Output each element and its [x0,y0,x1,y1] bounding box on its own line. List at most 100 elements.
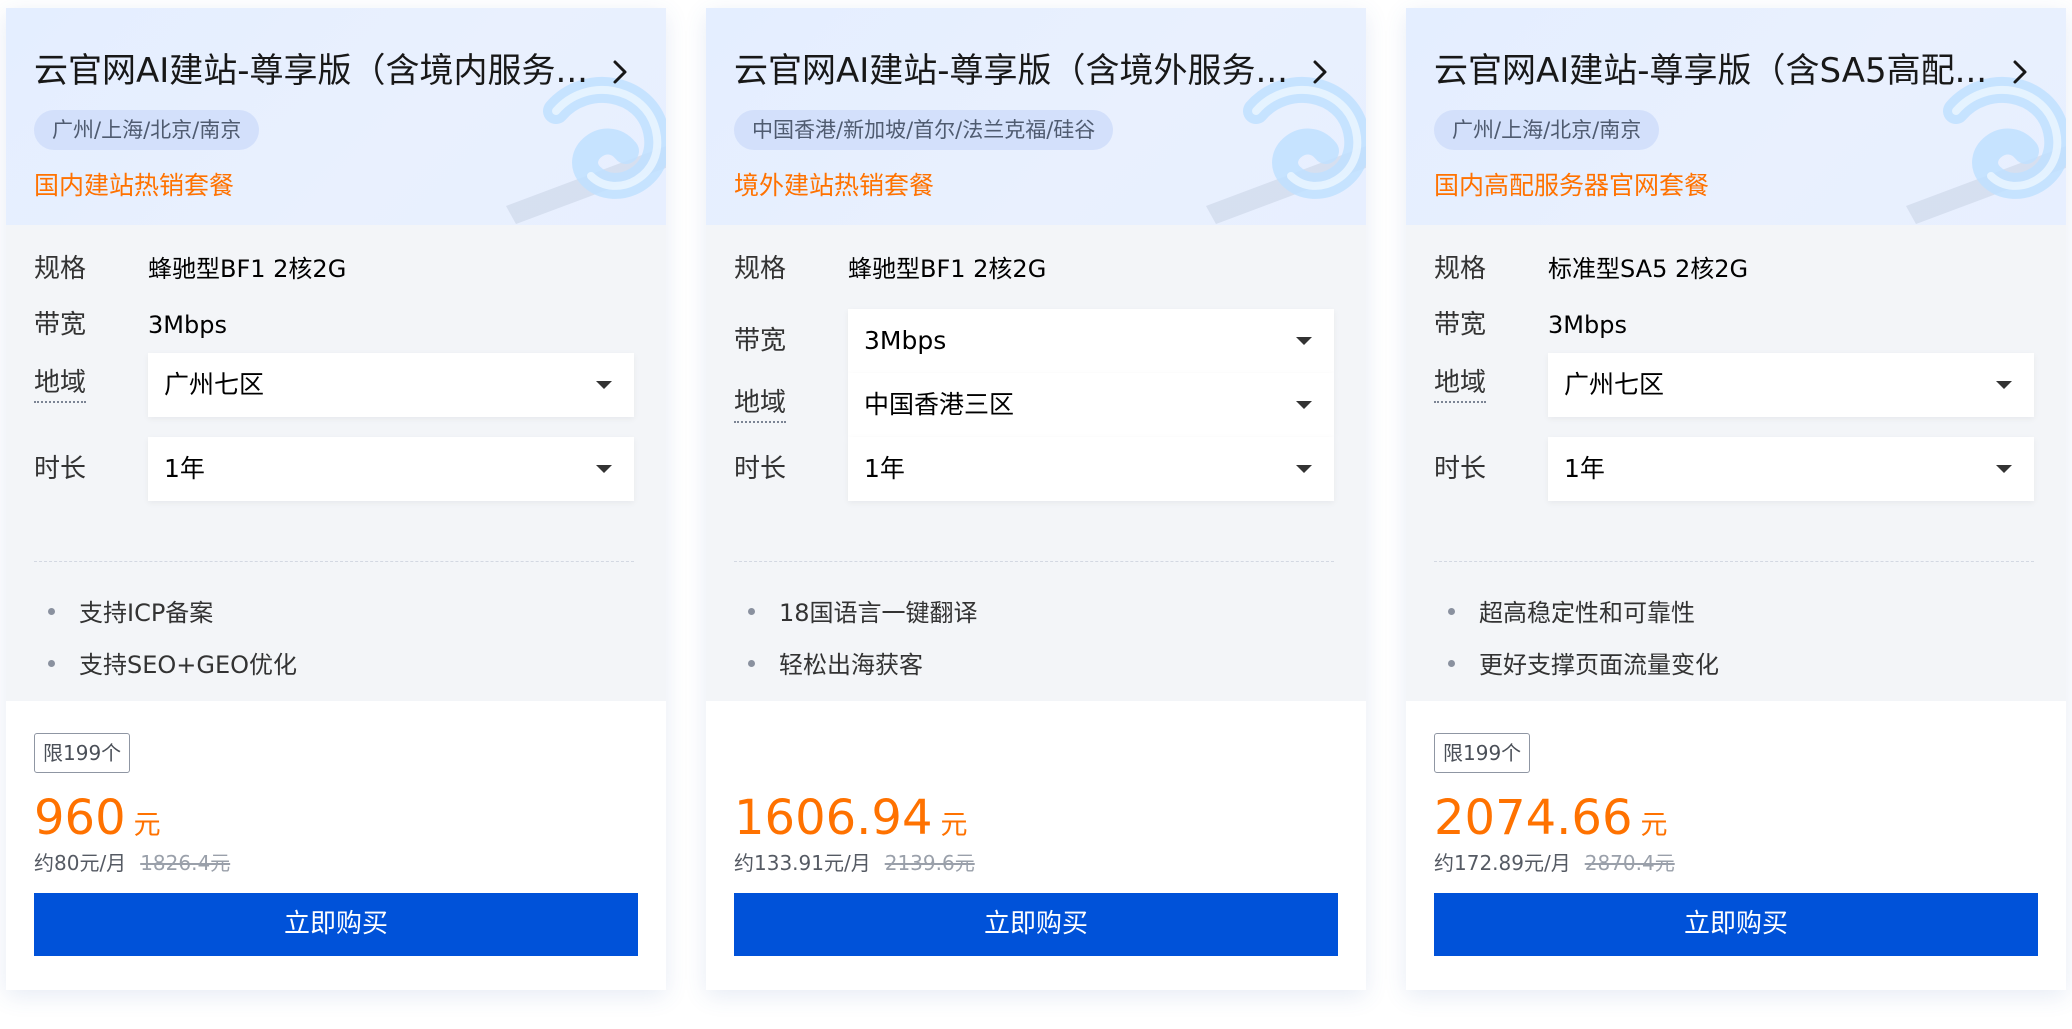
price: 960 元 [34,783,161,853]
spec-value: 标准型SA5 2核2G [1548,255,1749,283]
caret-down-icon [1296,401,1312,409]
region-list-badge: 中国香港/新加坡/首尔/法兰克福/硅谷 [734,110,1114,150]
price: 1606.94 元 [734,783,968,853]
spec-label: 规格 [34,254,87,284]
feature-item: 轻松出海获客 [748,645,923,685]
region-label[interactable]: 地域 [1434,365,1487,403]
card-config: 规格 蜂驰型BF1 2核2G 带宽 3Mbps 地域 中国香港三区 时长 1年 … [706,225,1366,701]
card-footer: 限199个 960 元 约80元/月 1826.4元 立即购买 [6,701,666,990]
region-label[interactable]: 地域 [34,365,87,403]
bullet-icon [48,607,55,615]
bandwidth-value: 3Mbps [148,311,227,339]
divider [34,561,634,562]
card-header: 云官网AI建站-尊享版（含境内服务... 广州/上海/北京/南京 国内建站热销套… [6,8,666,225]
monthly-price: 约80元/月 [34,851,127,875]
product-card-overseas: 云官网AI建站-尊享版（含境外服务... 中国香港/新加坡/首尔/法兰克福/硅谷… [706,8,1366,990]
monthly-price: 约133.91元/月 [734,851,871,875]
card-tagline: 国内建站热销套餐 [34,171,235,200]
spec-label: 规格 [1434,254,1487,284]
duration-label: 时长 [734,454,787,484]
buy-now-button[interactable]: 立即购买 [1434,893,2038,956]
price-unit: 元 [1640,810,1668,841]
original-price: 2870.4元 [1584,851,1675,875]
bandwidth-select-value: 3Mbps [864,326,947,355]
region-list-badge: 广州/上海/北京/南京 [1434,110,1660,150]
bullet-icon [748,659,755,667]
spec-label: 规格 [734,254,787,284]
card-title[interactable]: 云官网AI建站-尊享版（含境内服务... [34,44,594,98]
duration-select[interactable]: 1年 [848,437,1334,501]
limit-badge: 限199个 [34,733,131,773]
region-select[interactable]: 广州七区 [148,353,634,417]
duration-label: 时长 [34,454,87,484]
caret-down-icon [1996,465,2012,473]
monthly-price: 约172.89元/月 [1434,851,1571,875]
bullet-icon [1448,659,1455,667]
duration-select[interactable]: 1年 [148,437,634,501]
caret-down-icon [1296,337,1312,345]
divider [1434,561,2034,562]
card-footer: 限199个 2074.66 元 约172.89元/月 2870.4元 立即购买 [1406,701,2066,990]
card-footer: 1606.94 元 约133.91元/月 2139.6元 立即购买 [706,701,1366,990]
duration-select-value: 1年 [864,454,905,483]
bandwidth-label: 带宽 [34,310,87,340]
duration-label: 时长 [1434,454,1487,484]
caret-down-icon [1996,381,2012,389]
card-title[interactable]: 云官网AI建站-尊享版（含SA5高配... [1434,44,1994,98]
card-title[interactable]: 云官网AI建站-尊享版（含境外服务... [734,44,1294,98]
card-header: 云官网AI建站-尊享版（含SA5高配... 广州/上海/北京/南京 国内高配服务… [1406,8,2066,225]
price: 2074.66 元 [1434,783,1668,853]
chevron-right-icon[interactable] [2000,48,2040,96]
region-list-badge: 广州/上海/北京/南京 [34,110,260,150]
card-config: 规格 蜂驰型BF1 2核2G 带宽 3Mbps 地域 广州七区 时长 1年 支持… [6,225,666,701]
spec-value: 蜂驰型BF1 2核2G [148,255,347,283]
price-details: 约80元/月 1826.4元 [34,845,230,881]
limit-badge: 限199个 [1434,733,1531,773]
price-amount: 2074.66 [1434,790,1633,846]
feature-item: 超高稳定性和可靠性 [1448,593,1695,633]
duration-select[interactable]: 1年 [1548,437,2034,501]
card-header: 云官网AI建站-尊享版（含境外服务... 中国香港/新加坡/首尔/法兰克福/硅谷… [706,8,1366,225]
region-select-value: 广州七区 [164,370,265,399]
feature-item: 支持SEO+GEO优化 [48,645,297,685]
card-config: 规格 标准型SA5 2核2G 带宽 3Mbps 地域 广州七区 时长 1年 超高… [1406,225,2066,701]
duration-select-value: 1年 [164,454,205,483]
feature-item: 18国语言一键翻译 [748,593,978,633]
bandwidth-label: 带宽 [734,326,787,356]
buy-now-button[interactable]: 立即购买 [34,893,638,956]
bandwidth-value: 3Mbps [1548,311,1627,339]
chevron-right-icon[interactable] [600,48,640,96]
buy-now-button[interactable]: 立即购买 [734,893,1338,956]
chevron-right-icon[interactable] [1300,48,1340,96]
region-select[interactable]: 中国香港三区 [848,373,1334,437]
region-select-value: 中国香港三区 [864,390,1015,419]
region-select[interactable]: 广州七区 [1548,353,2034,417]
price-details: 约172.89元/月 2870.4元 [1434,845,1675,881]
price-details: 约133.91元/月 2139.6元 [734,845,975,881]
product-card-domestic: 云官网AI建站-尊享版（含境内服务... 广州/上海/北京/南京 国内建站热销套… [6,8,666,990]
original-price: 1826.4元 [140,851,231,875]
card-tagline: 国内高配服务器官网套餐 [1434,171,1710,200]
region-label[interactable]: 地域 [734,385,787,423]
caret-down-icon [1296,465,1312,473]
bullet-icon [1448,607,1455,615]
bullet-icon [48,659,55,667]
card-tagline: 境外建站热销套餐 [734,171,935,200]
divider [734,561,1334,562]
bullet-icon [748,607,755,615]
product-card-sa5: 云官网AI建站-尊享版（含SA5高配... 广州/上海/北京/南京 国内高配服务… [1406,8,2066,990]
price-amount: 1606.94 [734,790,933,846]
price-unit: 元 [940,810,968,841]
spec-value: 蜂驰型BF1 2核2G [848,255,1047,283]
pricing-page: 云官网AI建站-尊享版（含境内服务... 广州/上海/北京/南京 国内建站热销套… [0,0,2072,1029]
feature-item: 支持ICP备案 [48,593,213,633]
bandwidth-select[interactable]: 3Mbps [848,309,1334,373]
bandwidth-label: 带宽 [1434,310,1487,340]
caret-down-icon [596,465,612,473]
duration-select-value: 1年 [1564,454,1605,483]
feature-item: 更好支撑页面流量变化 [1448,645,1719,685]
price-unit: 元 [133,810,161,841]
price-amount: 960 [34,790,126,846]
original-price: 2139.6元 [884,851,975,875]
caret-down-icon [596,381,612,389]
